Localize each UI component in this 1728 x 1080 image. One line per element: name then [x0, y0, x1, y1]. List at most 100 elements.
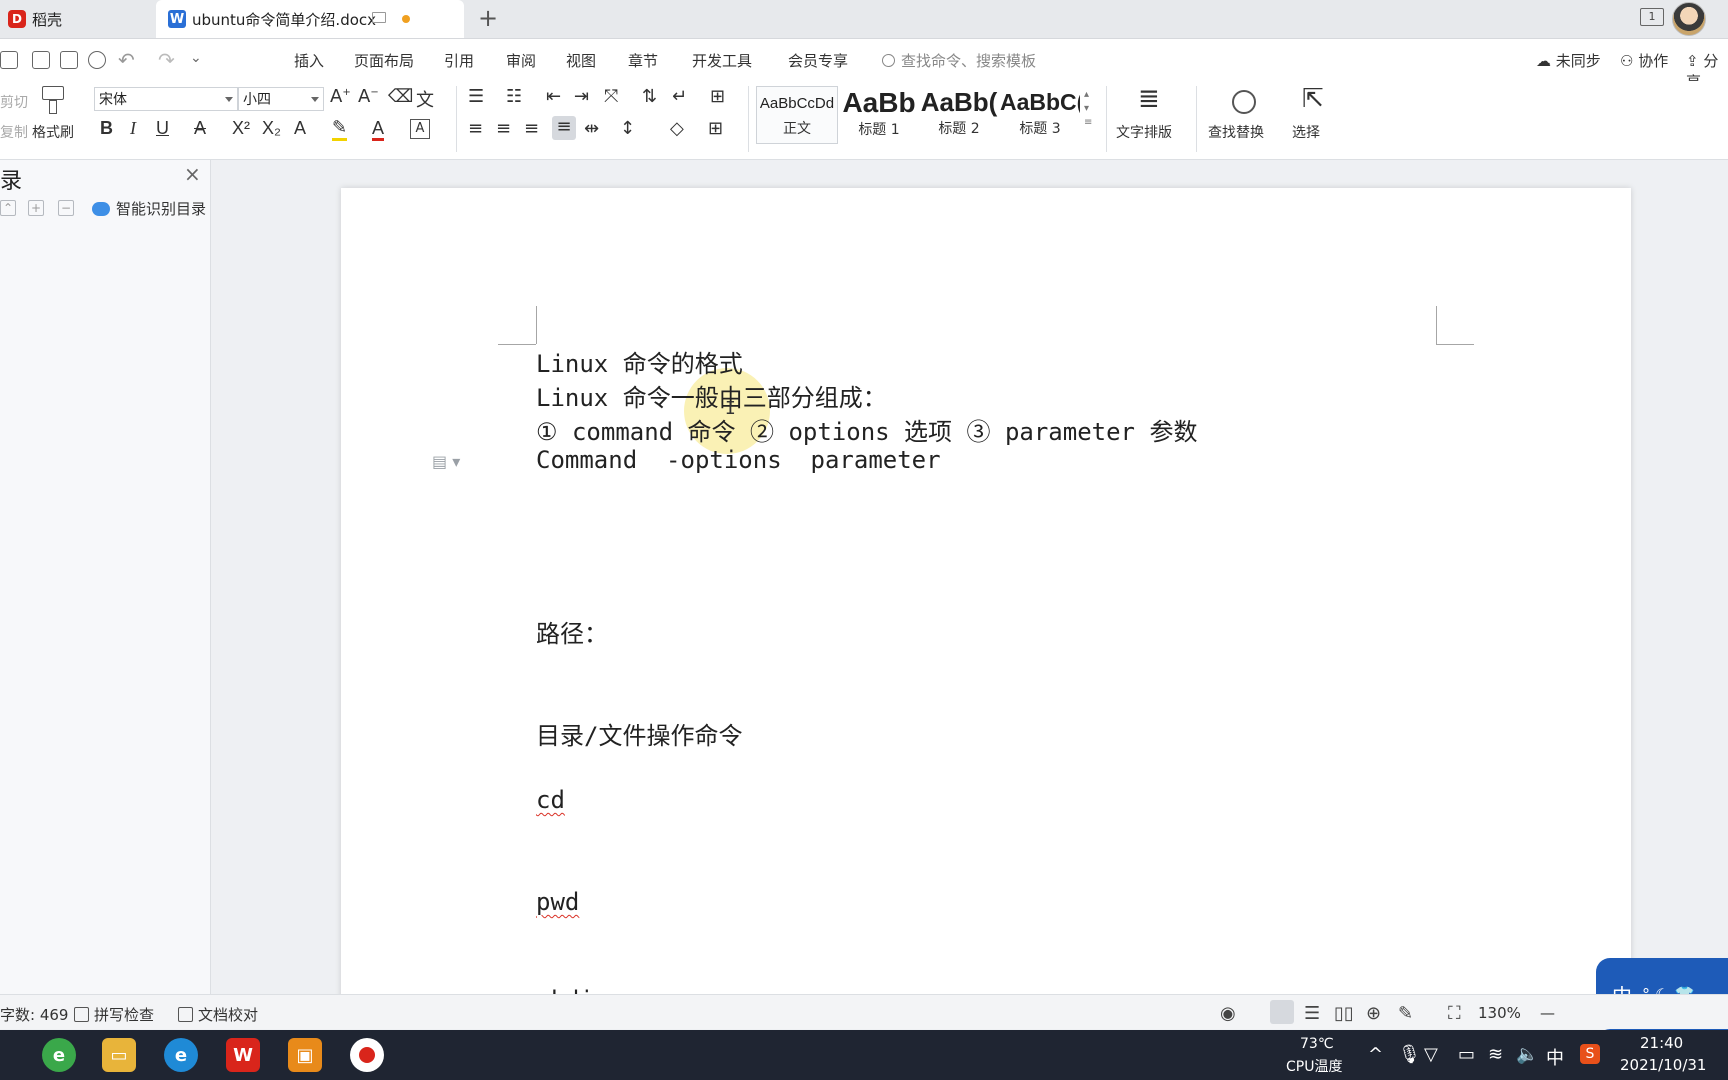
paragraph-handle-icon[interactable]: ▤ ▾	[432, 452, 460, 471]
format-painter-icon[interactable]	[42, 86, 64, 114]
zoom-level[interactable]: 130%	[1478, 1004, 1521, 1022]
align-left-icon[interactable]: ≡	[468, 118, 483, 139]
network-drive-icon[interactable]: ▽	[1424, 1044, 1438, 1065]
browser-360-icon[interactable]: e	[42, 1038, 76, 1072]
doc-paragraph[interactable]: 路径：	[536, 614, 608, 649]
shrink-font-icon[interactable]: A−	[358, 86, 379, 107]
sync-button[interactable]: ☁ 未同步	[1536, 50, 1601, 71]
phonetic-guide-icon[interactable]: 文	[416, 86, 434, 112]
file-explorer-icon[interactable]: ▭	[102, 1038, 136, 1072]
tab-member[interactable]: 会员专享	[788, 50, 848, 71]
style-heading-3[interactable]: AaBbC( 标题 3	[1000, 87, 1080, 139]
zoom-out-button[interactable]: —	[1540, 1004, 1555, 1022]
highlight-icon[interactable]: ✎	[332, 118, 348, 141]
text-effect-icon[interactable]: A	[294, 118, 306, 139]
new-tab-button[interactable]: +	[478, 4, 498, 32]
tab-chapter[interactable]: 章节	[628, 50, 658, 71]
ruler-icon[interactable]: ⊞	[710, 86, 725, 107]
doc-paragraph[interactable]: ① command 命令 ② options 选项 ③ parameter 参数	[536, 412, 1197, 447]
increase-indent-icon[interactable]: ⇥	[574, 86, 589, 107]
redo-icon[interactable]: ↷	[158, 48, 175, 72]
line-spacing-icon[interactable]: ↕	[620, 118, 635, 139]
strikethrough-icon[interactable]: A	[194, 118, 206, 139]
numbered-list-icon[interactable]: ☷	[506, 86, 522, 107]
clock-date[interactable]: 2021/10/31	[1620, 1056, 1706, 1074]
word-count[interactable]: 字数: 469	[0, 1004, 68, 1025]
text-layout-button[interactable]: 文字排版	[1116, 122, 1172, 142]
window-count-badge[interactable]: 1	[1640, 8, 1664, 26]
expand-icon[interactable]: +	[28, 200, 44, 216]
format-painter-label[interactable]: 格式刷	[32, 122, 74, 142]
tab-review[interactable]: 审阅	[506, 50, 536, 71]
tab-document[interactable]: W ubuntu命令简单介绍.docx	[156, 0, 464, 38]
undo-icon[interactable]: ↶	[118, 48, 135, 72]
doc-paragraph[interactable]: Command -options parameter	[536, 446, 941, 474]
doc-paragraph[interactable]: pwd	[536, 888, 579, 916]
outline-view-icon[interactable]: ☰	[1304, 1003, 1320, 1024]
decrease-indent-icon[interactable]: ⇤	[546, 86, 561, 107]
print-icon[interactable]	[60, 51, 78, 69]
shading-icon[interactable]: ◇	[670, 118, 684, 139]
doc-heading[interactable]: Linux 命令的格式	[536, 344, 743, 379]
vm-icon[interactable]: ▣	[288, 1038, 322, 1072]
doc-paragraph[interactable]: 目录/文件操作命令	[536, 716, 742, 751]
doc-paragraph[interactable]: mkdir	[536, 986, 608, 994]
style-normal-box[interactable]: AaBbCcDd 正文	[758, 87, 836, 139]
select-cursor-icon[interactable]: ⇱	[1302, 84, 1324, 114]
paragraph-mark-icon[interactable]: ↵	[672, 86, 687, 107]
clock-time[interactable]: 21:40	[1640, 1034, 1683, 1052]
recorder-icon[interactable]	[350, 1038, 384, 1072]
tab-docer-home[interactable]: D 稻壳	[0, 0, 154, 38]
wps-icon[interactable]: W	[226, 1038, 260, 1072]
tab-developer[interactable]: 开发工具	[692, 50, 752, 71]
align-center-icon[interactable]: ≡	[496, 118, 511, 139]
doc-paragraph[interactable]: Linux 命令一般由三部分组成：	[536, 378, 887, 413]
font-color-icon[interactable]: A	[372, 118, 385, 141]
font-name-select[interactable]: 宋体	[94, 87, 238, 111]
clear-format-icon[interactable]: ⌫	[388, 86, 413, 107]
distributed-icon[interactable]: ⇹	[584, 118, 599, 139]
smart-toc-button[interactable]: 智能识别目录	[92, 198, 206, 219]
sogou-icon[interactable]: S	[1580, 1044, 1600, 1064]
styles-scroll-icon[interactable]: ▴ ▾ ≡	[1084, 88, 1092, 130]
select-button[interactable]: 选择	[1292, 122, 1320, 142]
subscript-icon[interactable]: X₂	[262, 118, 281, 139]
find-replace-icon[interactable]	[1232, 90, 1256, 114]
bold-icon[interactable]: B	[100, 118, 113, 139]
wifi-icon[interactable]: ≋	[1488, 1044, 1503, 1065]
grow-font-icon[interactable]: A+	[330, 86, 351, 107]
tab-references[interactable]: 引用	[444, 50, 474, 71]
eye-icon[interactable]: ◉	[1220, 1003, 1236, 1024]
sort-icon[interactable]: ⇅	[642, 86, 657, 107]
minus-icon[interactable]: −	[58, 200, 74, 216]
doc-paragraph[interactable]: cd	[536, 786, 565, 814]
style-heading-2[interactable]: AaBb( 标题 2	[920, 87, 998, 139]
spell-check-button[interactable]: 拼写检查	[74, 1004, 154, 1025]
avatar[interactable]	[1672, 2, 1706, 36]
style-heading-1[interactable]: AaBb 标题 1	[840, 87, 918, 139]
align-right-icon[interactable]: ≡	[524, 118, 539, 139]
collapse-icon[interactable]: ⌃	[0, 200, 16, 216]
reading-view-icon[interactable]: ▯▯	[1334, 1003, 1354, 1024]
collab-button[interactable]: ⚇ 协作	[1620, 50, 1668, 71]
ime-indicator[interactable]: 中	[1546, 1044, 1564, 1070]
text-layout-icon[interactable]: ≣	[1138, 84, 1160, 114]
save-icon[interactable]	[0, 51, 18, 69]
borders-icon[interactable]: ⊞	[708, 118, 723, 139]
find-replace-button[interactable]: 查找替换	[1208, 122, 1264, 142]
bullet-list-icon[interactable]: ☰	[468, 86, 484, 107]
copy-button[interactable]: 复制	[0, 122, 28, 142]
italic-icon[interactable]: I	[130, 118, 136, 139]
web-view-icon[interactable]: ⊕	[1366, 1003, 1381, 1024]
chevron-down-icon[interactable]: ⌄	[190, 50, 202, 66]
superscript-icon[interactable]: X²	[232, 118, 250, 139]
font-size-select[interactable]: 小四	[238, 87, 324, 111]
edge-icon[interactable]: e	[164, 1038, 198, 1072]
battery-icon[interactable]: ▭	[1458, 1044, 1475, 1065]
microphone-icon[interactable]: 🎙	[1398, 1044, 1421, 1065]
page-view-icon[interactable]	[1270, 1000, 1294, 1024]
fit-page-icon[interactable]: ⛶	[1448, 1003, 1461, 1024]
print-preview-icon[interactable]	[88, 51, 106, 69]
close-icon[interactable]: ×	[184, 162, 201, 186]
tab-insert[interactable]: 插入	[294, 50, 324, 71]
